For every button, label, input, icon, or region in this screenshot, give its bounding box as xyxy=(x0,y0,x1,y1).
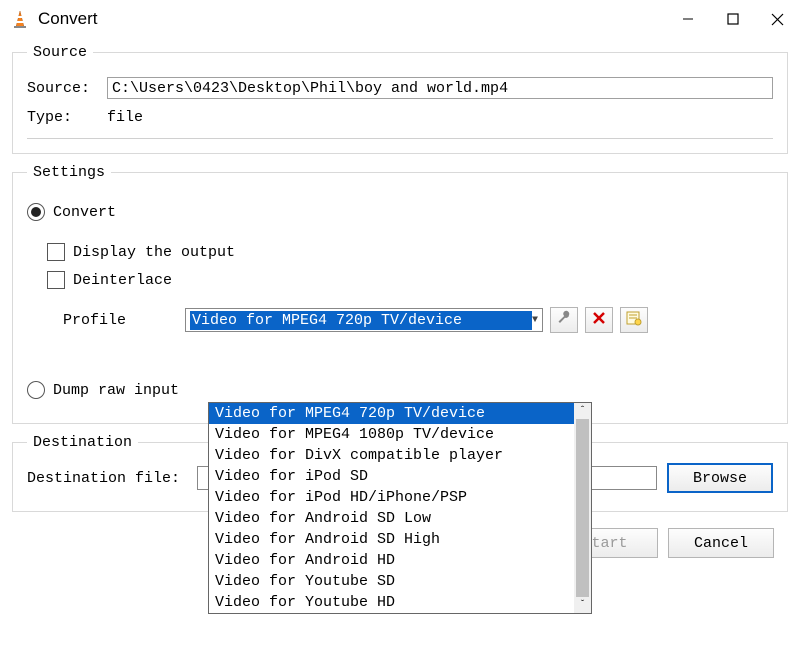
convert-radio-label: Convert xyxy=(53,204,116,221)
profile-combobox[interactable]: Video for MPEG4 720p TV/device ▼ xyxy=(185,308,543,332)
cancel-button-label: Cancel xyxy=(694,535,748,552)
browse-button[interactable]: Browse xyxy=(667,463,773,493)
dropdown-scrollbar[interactable]: ˆ ˇ xyxy=(574,403,591,613)
delete-icon xyxy=(592,311,606,330)
settings-legend: Settings xyxy=(27,164,111,181)
edit-profile-button[interactable] xyxy=(550,307,578,333)
dump-raw-label: Dump raw input xyxy=(53,382,179,399)
window-controls xyxy=(665,0,800,38)
profile-label: Profile xyxy=(27,312,185,329)
chevron-down-icon: ▼ xyxy=(532,315,538,326)
delete-profile-button[interactable] xyxy=(585,307,613,333)
close-button[interactable] xyxy=(755,0,800,38)
profile-option[interactable]: Video for Android HD xyxy=(209,550,574,571)
display-output-checkbox[interactable] xyxy=(47,243,65,261)
type-value: file xyxy=(107,109,143,126)
profile-option[interactable]: Video for Android SD High xyxy=(209,529,574,550)
wrench-icon xyxy=(556,310,572,331)
profile-option[interactable]: Video for MPEG4 1080p TV/device xyxy=(209,424,574,445)
scroll-thumb[interactable] xyxy=(576,419,589,597)
convert-radio[interactable] xyxy=(27,203,45,221)
minimize-button[interactable] xyxy=(665,0,710,38)
profile-option[interactable]: Video for Youtube HD xyxy=(209,592,574,613)
display-output-label: Display the output xyxy=(73,244,235,261)
profile-selected: Video for MPEG4 720p TV/device xyxy=(190,311,532,330)
destination-file-label: Destination file: xyxy=(27,470,197,487)
profile-option[interactable]: Video for DivX compatible player xyxy=(209,445,574,466)
profile-option[interactable]: Video for Android SD Low xyxy=(209,508,574,529)
maximize-button[interactable] xyxy=(710,0,755,38)
profile-option[interactable]: Video for MPEG4 720p TV/device xyxy=(209,403,574,424)
new-profile-icon xyxy=(626,310,642,331)
cancel-button[interactable]: Cancel xyxy=(668,528,774,558)
titlebar: Convert xyxy=(0,0,800,38)
browse-button-label: Browse xyxy=(693,470,747,487)
source-legend: Source xyxy=(27,44,93,61)
convert-dialog: Convert Source Source: Type: file Settin… xyxy=(0,0,800,653)
scroll-up-icon[interactable]: ˆ xyxy=(574,403,591,419)
divider xyxy=(27,138,773,139)
deinterlace-checkbox[interactable] xyxy=(47,271,65,289)
profile-option[interactable]: Video for iPod SD xyxy=(209,466,574,487)
scroll-down-icon[interactable]: ˇ xyxy=(574,597,591,613)
profile-dropdown-list: Video for MPEG4 720p TV/device Video for… xyxy=(209,403,574,613)
vlc-icon xyxy=(10,9,30,29)
source-group: Source Source: Type: file xyxy=(12,44,788,154)
settings-group: Settings Convert Display the output Dein… xyxy=(12,164,788,424)
dump-raw-radio[interactable] xyxy=(27,381,45,399)
new-profile-button[interactable] xyxy=(620,307,648,333)
type-label: Type: xyxy=(27,109,107,126)
destination-legend: Destination xyxy=(27,434,138,451)
profile-option[interactable]: Video for iPod HD/iPhone/PSP xyxy=(209,487,574,508)
profile-option[interactable]: Video for Youtube SD xyxy=(209,571,574,592)
source-label: Source: xyxy=(27,80,107,97)
profile-dropdown: Video for MPEG4 720p TV/device Video for… xyxy=(208,402,592,614)
source-input[interactable] xyxy=(107,77,773,99)
window-title: Convert xyxy=(38,9,98,29)
deinterlace-label: Deinterlace xyxy=(73,272,172,289)
